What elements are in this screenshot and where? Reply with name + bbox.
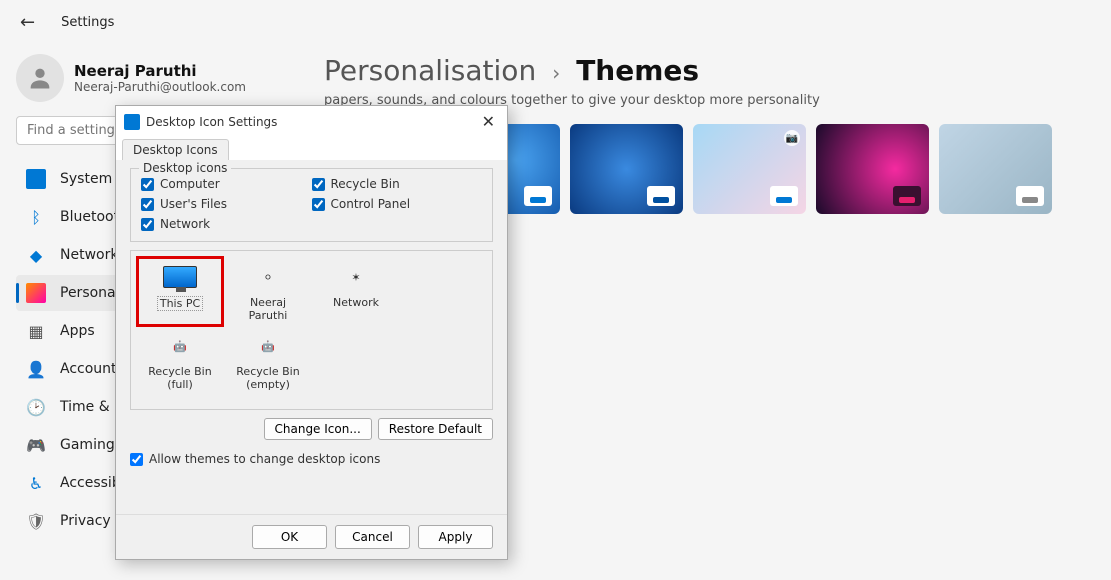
- theme-tile[interactable]: 📷: [693, 124, 806, 214]
- close-icon[interactable]: ✕: [478, 112, 499, 131]
- checkbox-recycle-bin[interactable]: Recycle Bin: [312, 177, 483, 191]
- breadcrumb-parent[interactable]: Personalisation: [324, 54, 536, 87]
- stormtrooper-icon: ⚪: [248, 261, 288, 293]
- change-icon-button[interactable]: Change Icon...: [264, 418, 372, 440]
- checkbox-users-files[interactable]: User's Files: [141, 197, 312, 211]
- icon-label: Network: [333, 296, 379, 309]
- icon-label: Neeraj Paruthi: [229, 296, 307, 322]
- apply-button[interactable]: Apply: [418, 525, 493, 549]
- camera-icon: 📷: [784, 130, 800, 146]
- icon-user-folder[interactable]: ⚪ Neeraj Paruthi: [227, 259, 309, 324]
- clock-icon: 🕑: [26, 397, 46, 417]
- theme-tile[interactable]: [816, 124, 929, 214]
- gamepad-icon: 🎮: [26, 435, 46, 455]
- dialog-title: Desktop Icon Settings: [146, 115, 277, 129]
- sidebar-item-label: Apps: [60, 323, 95, 339]
- sidebar-item-label: System: [60, 171, 112, 187]
- network-icon: ✶: [336, 261, 376, 293]
- ok-button[interactable]: OK: [252, 525, 327, 549]
- sidebar-item-label: Network: [60, 247, 118, 263]
- dialog-tabs: Desktop Icons: [116, 135, 507, 160]
- wifi-icon: ◆: [26, 245, 46, 265]
- sidebar-item-label: Gaming: [60, 437, 115, 453]
- cancel-button[interactable]: Cancel: [335, 525, 410, 549]
- breadcrumb-current: Themes: [576, 54, 699, 87]
- user-block[interactable]: Neeraj Paruthi Neeraj-Paruthi@outlook.co…: [16, 54, 284, 102]
- dialog-footer: OK Cancel Apply: [116, 514, 507, 559]
- dialog-titlebar[interactable]: Desktop Icon Settings ✕: [116, 106, 507, 135]
- bluetooth-icon: ᛒ: [26, 207, 46, 227]
- brush-icon: [26, 283, 46, 303]
- chevron-right-icon: ›: [552, 61, 560, 85]
- apps-icon: ▦: [26, 321, 46, 341]
- theme-tile[interactable]: [570, 124, 683, 214]
- shield-icon: 🛡: [26, 511, 46, 531]
- monitor-icon: [160, 261, 200, 293]
- checkbox-allow-themes[interactable]: Allow themes to change desktop icons: [130, 452, 493, 466]
- r2d2-icon: 🤖: [248, 330, 288, 362]
- user-email: Neeraj-Paruthi@outlook.com: [74, 80, 246, 94]
- app-title: Settings: [61, 15, 114, 30]
- icon-recycle-full[interactable]: 🤖 Recycle Bin (full): [139, 328, 221, 393]
- user-name: Neeraj Paruthi: [74, 62, 246, 80]
- breadcrumb: Personalisation › Themes: [324, 54, 1087, 87]
- tab-desktop-icons[interactable]: Desktop Icons: [122, 139, 229, 160]
- checkbox-control-panel[interactable]: Control Panel: [312, 197, 483, 211]
- icon-this-pc[interactable]: This PC: [139, 259, 221, 324]
- titlebar: ← Settings: [0, 0, 1111, 44]
- back-arrow-icon[interactable]: ←: [20, 12, 35, 33]
- icon-preview-area: This PC ⚪ Neeraj Paruthi ✶ Network 🤖 Rec…: [130, 250, 493, 410]
- icon-label: This PC: [157, 296, 203, 311]
- icon-label: Recycle Bin (empty): [229, 365, 307, 391]
- checkbox-network[interactable]: Network: [141, 217, 312, 231]
- desktop-icon-settings-dialog: Desktop Icon Settings ✕ Desktop Icons De…: [115, 105, 508, 560]
- icon-recycle-empty[interactable]: 🤖 Recycle Bin (empty): [227, 328, 309, 393]
- dialog-icon: [124, 114, 140, 130]
- avatar: [16, 54, 64, 102]
- restore-default-button[interactable]: Restore Default: [378, 418, 493, 440]
- icon-network[interactable]: ✶ Network: [315, 259, 397, 324]
- accessibility-icon: ♿: [26, 473, 46, 493]
- theme-tile[interactable]: [939, 124, 1052, 214]
- checkbox-computer[interactable]: Computer: [141, 177, 312, 191]
- icon-label: Recycle Bin (full): [141, 365, 219, 391]
- system-icon: [26, 169, 46, 189]
- person-icon: 👤: [26, 359, 46, 379]
- r2d2-icon: 🤖: [160, 330, 200, 362]
- desktop-icons-group: Desktop icons Computer User's Files Netw…: [130, 168, 493, 242]
- group-title: Desktop icons: [139, 161, 231, 175]
